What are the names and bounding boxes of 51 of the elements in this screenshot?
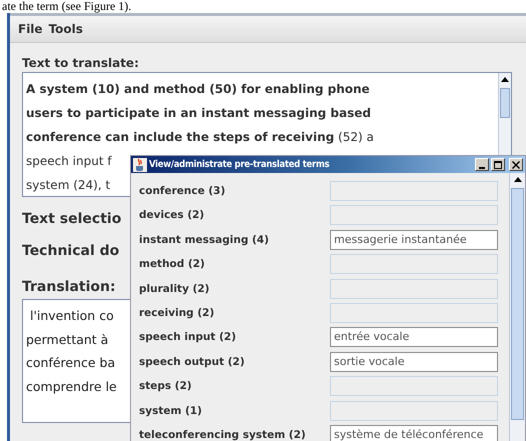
minimize-button[interactable]	[475, 158, 489, 171]
translation-field[interactable]: messagerie instantanée	[330, 230, 498, 250]
scroll-up-icon[interactable]	[514, 177, 522, 182]
maximize-button[interactable]	[491, 158, 505, 171]
scrollbar[interactable]	[509, 173, 525, 441]
term-label: speech output (2)	[139, 356, 246, 368]
translation-field[interactable]	[330, 376, 498, 396]
document-text: ate the term (see Figure 1).	[2, 0, 132, 13]
scroll-up-icon[interactable]	[501, 77, 509, 82]
translation-field[interactable]	[330, 205, 498, 226]
minimize-icon	[479, 166, 485, 168]
term-label: receiving (2)	[139, 306, 216, 319]
source-text-line: conference can include the steps of receiving (52) a	[26, 129, 374, 146]
menu-item[interactable]: Tools	[48, 22, 83, 36]
translation-field[interactable]: sortie vocale	[330, 352, 498, 372]
translation-field[interactable]	[330, 181, 498, 201]
source-text-line: A system (10) and method (50) for enabling phone	[26, 81, 370, 98]
translation-field[interactable]	[330, 278, 498, 299]
term-label: system (1)	[139, 404, 203, 417]
term-label: devices (2)	[139, 209, 206, 222]
term-label: method (2)	[139, 258, 206, 270]
close-icon	[512, 160, 520, 168]
translation-field[interactable]: système de téléconférence	[330, 424, 498, 441]
cup-icon	[133, 158, 147, 172]
maximize-icon	[494, 160, 502, 168]
translation-field[interactable]	[330, 254, 498, 274]
section-label: Technical do	[22, 243, 120, 261]
menu-item[interactable]: File	[18, 22, 43, 36]
scroll-thumb[interactable]	[500, 88, 510, 118]
close-button[interactable]	[509, 158, 523, 171]
section-label: Translation:	[22, 279, 116, 297]
term-label: conference (3)	[139, 185, 226, 197]
term-label: instant messaging (4)	[139, 234, 270, 246]
translation-field[interactable]	[330, 400, 498, 421]
term-label: speech input (2)	[139, 331, 238, 344]
section-label: Text selectio	[22, 211, 122, 229]
source-text-line: system (24), t	[26, 177, 110, 194]
term-label: steps (2)	[139, 380, 193, 392]
source-text-line: users to participate in an instant messaging based	[26, 105, 371, 122]
translation-text-line: permettant à	[26, 330, 108, 349]
translation-field[interactable]: entrée vocale	[330, 327, 498, 348]
source-text-line: speech input f	[26, 153, 112, 170]
section-label: Text to translate:	[22, 56, 139, 72]
term-label: teleconferencing system (2)	[139, 428, 307, 441]
scroll-thumb[interactable]	[511, 188, 524, 420]
translation-text-line: l'invention co	[28, 307, 114, 325]
translation-text-line: conférence ba	[26, 354, 116, 372]
translation-text-line: comprendre le	[26, 378, 117, 396]
dialog-title: View/administrate pre-translated terms	[149, 159, 330, 170]
translation-field[interactable]	[330, 302, 498, 323]
term-label: plurality (2)	[139, 282, 210, 295]
